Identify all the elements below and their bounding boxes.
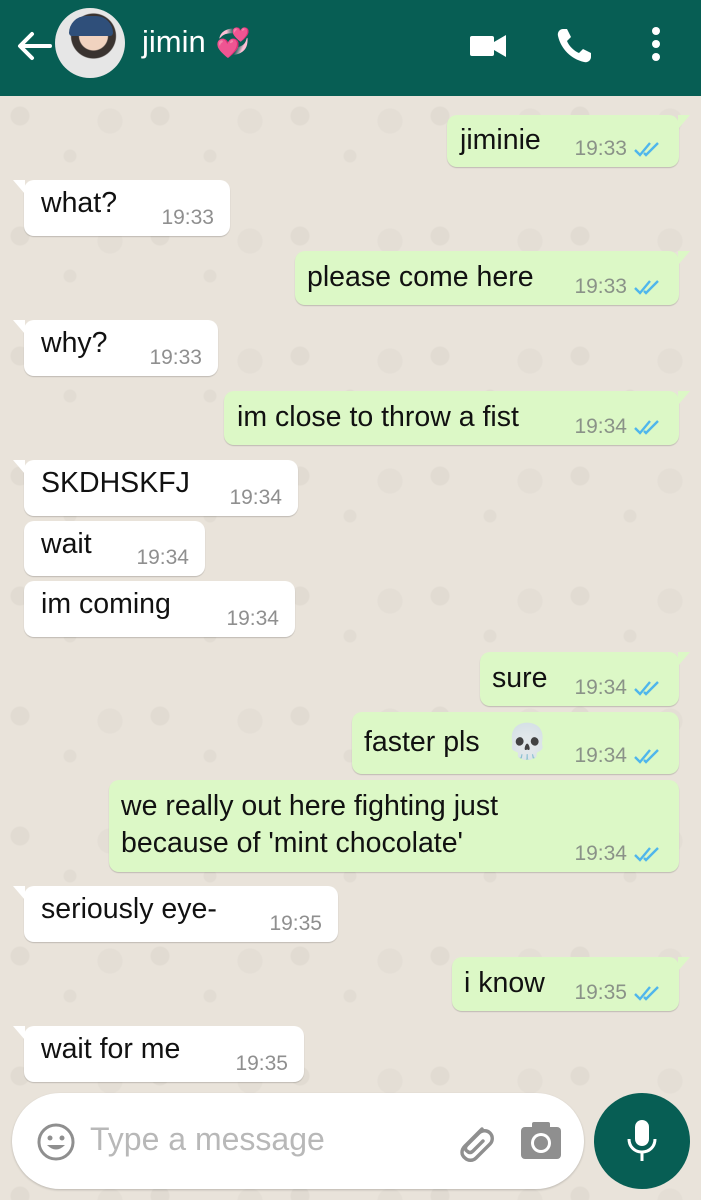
message-time: 19:35 (235, 1052, 288, 1075)
back-arrow-icon[interactable] (14, 26, 54, 66)
message-time: 19:34 (574, 676, 627, 699)
message-meta: 19:34 (229, 486, 282, 510)
message-time: 19:34 (574, 415, 627, 438)
message-text-line-1: we really out here fighting just (121, 790, 499, 822)
message-text: im coming (41, 588, 171, 620)
message-text: SKDHSKFJ (41, 467, 190, 499)
double-check-icon (634, 847, 659, 862)
message-incoming[interactable]: im coming 19:34 (24, 581, 295, 637)
emoji-icon[interactable] (36, 1122, 76, 1167)
avatar[interactable] (55, 8, 125, 78)
message-meta: 19:33 (161, 206, 214, 230)
message-incoming[interactable]: what? 19:33 (13, 180, 230, 236)
message-outgoing[interactable]: jiminie 19:33 (447, 115, 690, 167)
message-meta: 19:33 (574, 137, 663, 161)
message-meta: 19:33 (574, 275, 663, 299)
message-time: 19:34 (136, 546, 189, 569)
paperclip-icon[interactable] (452, 1119, 498, 1170)
message-text: seriously eye- (41, 893, 217, 925)
message-meta: 19:34 (136, 546, 189, 570)
message-composer[interactable]: Type a message (12, 1093, 584, 1189)
message-incoming[interactable]: why? 19:33 (13, 320, 218, 376)
message-time: 19:33 (149, 346, 202, 369)
message-time: 19:33 (574, 137, 627, 160)
message-text: wait for me (41, 1033, 181, 1065)
message-outgoing[interactable]: i know 19:35 (452, 957, 690, 1011)
message-text: faster pls (364, 726, 480, 758)
message-text: im close to throw a fist (237, 401, 519, 433)
message-outgoing[interactable]: sure 19:34 (480, 652, 690, 706)
message-time: 19:33 (161, 206, 214, 229)
message-incoming[interactable]: wait for me 19:35 (13, 1026, 304, 1082)
message-meta: 19:34 (226, 607, 279, 631)
message-meta: 19:35 (269, 912, 322, 936)
double-check-icon (634, 749, 659, 764)
microphone-icon (624, 1119, 660, 1168)
message-time: 19:34 (229, 486, 282, 509)
message-text: please come here (307, 261, 534, 293)
message-text: wait (41, 528, 92, 560)
message-text-line-2: because of 'mint chocolate' (121, 827, 463, 859)
microphone-button[interactable] (594, 1093, 690, 1189)
message-time: 19:34 (226, 607, 279, 630)
message-meta: 19:33 (149, 346, 202, 370)
message-meta: 19:34 (574, 415, 663, 439)
contact-name: jimin (142, 24, 206, 59)
message-meta: 19:34 (574, 676, 663, 700)
message-text: sure (492, 662, 548, 694)
message-incoming[interactable]: seriously eye- 19:35 (13, 886, 338, 942)
double-check-icon (634, 142, 659, 157)
message-meta: 19:35 (574, 981, 663, 1005)
phone-icon[interactable] (554, 26, 594, 71)
message-outgoing[interactable]: we really out here fighting just because… (109, 780, 679, 872)
message-meta: 19:35 (235, 1052, 288, 1076)
camera-icon[interactable] (520, 1121, 562, 1166)
message-input[interactable]: Type a message (90, 1121, 325, 1158)
message-incoming[interactable]: wait 19:34 (24, 521, 205, 576)
more-vert-icon[interactable] (646, 26, 666, 71)
chat-header: jimin 💞 (0, 0, 701, 96)
message-incoming[interactable]: SKDHSKFJ 19:34 (13, 460, 298, 516)
message-outgoing[interactable]: please come here 19:33 (295, 251, 690, 305)
double-check-icon (634, 280, 659, 295)
double-check-icon (634, 681, 659, 696)
message-text: what? (41, 187, 118, 219)
double-check-icon (634, 986, 659, 1001)
message-meta: 19:34 (574, 744, 663, 768)
message-text: jiminie (460, 124, 541, 156)
contact-emoji: 💞 (215, 26, 251, 58)
skull-emoji: 💀 (506, 723, 549, 761)
message-time: 19:34 (574, 842, 627, 865)
message-text: why? (41, 327, 108, 359)
message-meta: 19:34 (574, 842, 663, 866)
message-time: 19:35 (269, 912, 322, 935)
message-outgoing[interactable]: faster pls 💀 19:34 (352, 712, 679, 774)
contact-title[interactable]: jimin 💞 (142, 24, 251, 60)
double-check-icon (634, 420, 659, 435)
message-outgoing[interactable]: im close to throw a fist 19:34 (224, 391, 690, 445)
message-text: i know (464, 967, 545, 999)
message-time: 19:33 (574, 275, 627, 298)
message-time: 19:35 (574, 981, 627, 1004)
message-time: 19:34 (574, 744, 627, 767)
video-call-icon[interactable] (468, 26, 508, 71)
